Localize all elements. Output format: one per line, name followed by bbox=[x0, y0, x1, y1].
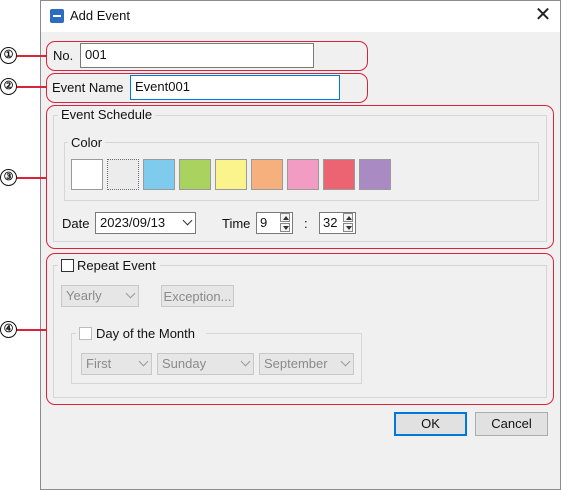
event-schedule-label: Event Schedule bbox=[58, 107, 156, 122]
color-swatch-1[interactable] bbox=[71, 159, 103, 190]
chevron-down-icon bbox=[138, 356, 149, 367]
cancel-button[interactable]: Cancel bbox=[475, 412, 548, 436]
arrow-down-icon bbox=[346, 226, 352, 230]
date-label: Date bbox=[62, 216, 90, 231]
color-swatch-6[interactable] bbox=[251, 159, 283, 190]
marker-1-leader bbox=[17, 55, 46, 57]
month-value: September bbox=[264, 356, 328, 371]
marker-3: ③ bbox=[0, 169, 17, 186]
chevron-down-icon bbox=[125, 288, 136, 299]
color-swatch-5[interactable] bbox=[215, 159, 247, 190]
event-name-label: Event Name bbox=[52, 80, 124, 95]
frequency-select[interactable]: Yearly bbox=[61, 285, 139, 307]
hour-value: 9 bbox=[260, 215, 268, 230]
repeat-event-checkbox[interactable] bbox=[61, 259, 74, 272]
hour-up-button[interactable] bbox=[280, 213, 290, 222]
time-label: Time bbox=[222, 216, 251, 231]
number-input[interactable]: 001 bbox=[80, 43, 314, 68]
time-separator: : bbox=[304, 216, 308, 231]
color-swatch-2[interactable] bbox=[107, 159, 139, 190]
color-swatch-8[interactable] bbox=[323, 159, 355, 190]
arrow-up-icon bbox=[283, 216, 289, 220]
marker-3-leader bbox=[17, 177, 46, 179]
number-label: No. bbox=[53, 48, 74, 63]
color-swatch-7[interactable] bbox=[287, 159, 319, 190]
hour-spinner[interactable]: 9 bbox=[256, 212, 293, 234]
window-title: Add Event bbox=[70, 8, 130, 23]
date-picker[interactable]: 2023/09/13 bbox=[95, 212, 196, 234]
repeat-event-label: Repeat Event bbox=[77, 258, 156, 273]
arrow-up-icon bbox=[346, 216, 352, 220]
ordinal-select[interactable]: First bbox=[81, 353, 152, 375]
marker-1: ① bbox=[0, 47, 17, 64]
day-of-month-checkbox[interactable] bbox=[79, 327, 92, 340]
color-label: Color bbox=[68, 135, 106, 150]
hour-down-button[interactable] bbox=[280, 223, 290, 232]
color-swatch-3[interactable] bbox=[143, 159, 175, 190]
event-name-input[interactable]: Event001 bbox=[130, 75, 340, 100]
color-swatch-4[interactable] bbox=[179, 159, 211, 190]
arrow-down-icon bbox=[283, 226, 289, 230]
chevron-down-icon bbox=[240, 356, 251, 367]
ordinal-value: First bbox=[86, 356, 112, 371]
weekday-select[interactable]: Sunday bbox=[157, 353, 254, 375]
marker-4-leader bbox=[17, 329, 46, 331]
month-select[interactable]: September bbox=[259, 353, 354, 375]
app-icon bbox=[50, 9, 64, 23]
exception-button[interactable]: Exception... bbox=[161, 285, 234, 307]
minute-up-button[interactable] bbox=[343, 213, 353, 222]
ok-button[interactable]: OK bbox=[394, 412, 467, 436]
chevron-down-icon bbox=[182, 215, 193, 226]
minute-spinner[interactable]: 32 bbox=[319, 212, 356, 234]
frequency-value: Yearly bbox=[66, 288, 102, 303]
marker-4: ④ bbox=[0, 321, 17, 338]
date-value: 2023/09/13 bbox=[100, 215, 166, 230]
day-of-month-label: Day of the Month bbox=[96, 326, 195, 341]
chevron-down-icon bbox=[340, 356, 351, 367]
minute-value: 32 bbox=[323, 215, 338, 230]
color-swatch-9[interactable] bbox=[359, 159, 391, 190]
marker-2: ② bbox=[0, 78, 17, 95]
close-icon[interactable]: ✕ bbox=[532, 4, 554, 26]
weekday-value: Sunday bbox=[162, 356, 207, 371]
minute-down-button[interactable] bbox=[343, 223, 353, 232]
marker-2-leader bbox=[17, 86, 46, 88]
